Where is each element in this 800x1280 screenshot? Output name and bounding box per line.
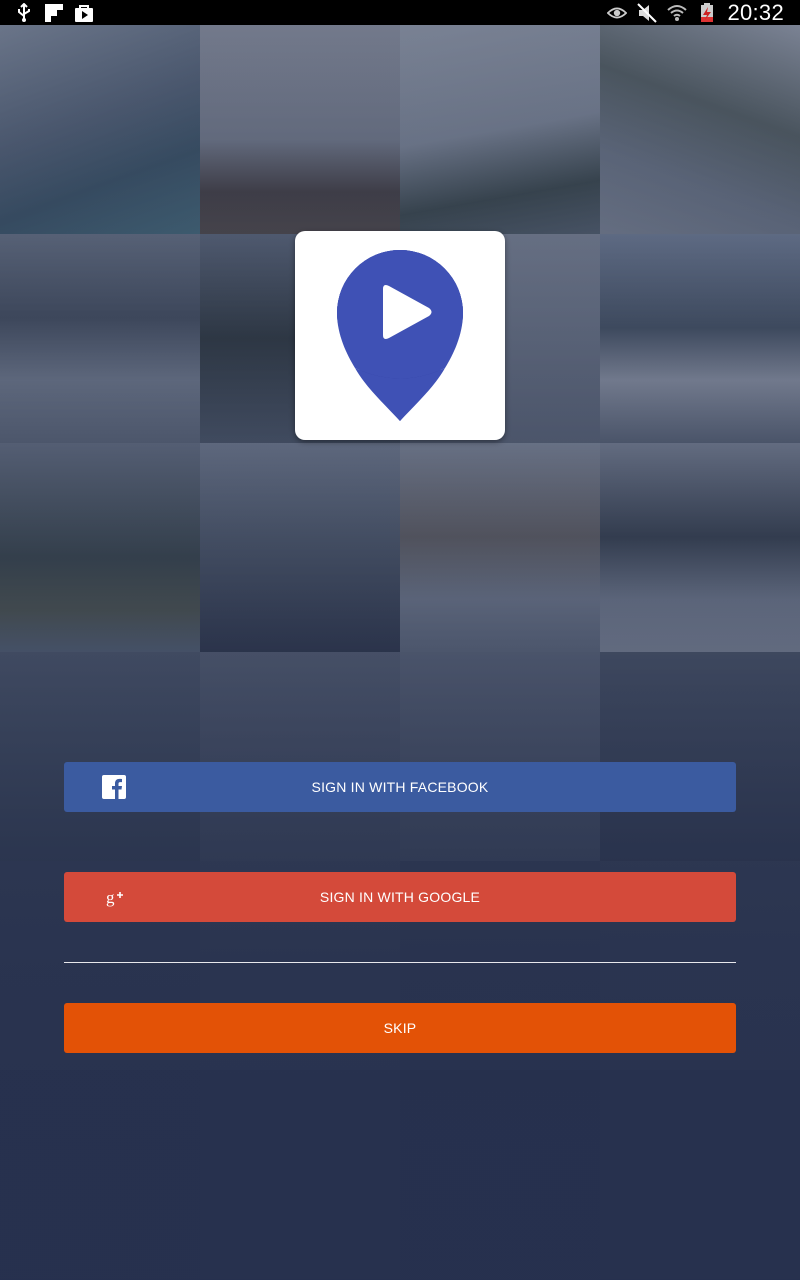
status-bar: 20:32 xyxy=(0,0,800,25)
google-signin-button[interactable]: g SIGN IN WITH GOOGLE xyxy=(64,872,736,922)
location-pin-play-icon xyxy=(337,250,463,421)
skip-button[interactable]: SKIP xyxy=(64,1003,736,1053)
eye-icon xyxy=(607,3,628,23)
usb-icon xyxy=(14,2,34,23)
background-dim-overlay xyxy=(0,25,800,1280)
google-plus-icon: g xyxy=(102,885,126,909)
google-signin-label: SIGN IN WITH GOOGLE xyxy=(319,889,481,905)
svg-text:g: g xyxy=(106,888,115,907)
flipboard-icon xyxy=(44,3,64,23)
battery-charging-icon xyxy=(697,2,717,23)
status-bar-right: 20:32 xyxy=(607,0,784,25)
facebook-icon xyxy=(102,775,126,799)
app-logo xyxy=(295,231,505,440)
facebook-signin-button[interactable]: SIGN IN WITH FACEBOOK xyxy=(64,762,736,812)
skip-label: SKIP xyxy=(383,1020,417,1036)
wifi-icon xyxy=(667,3,688,23)
facebook-signin-label: SIGN IN WITH FACEBOOK xyxy=(311,779,489,795)
divider xyxy=(64,962,736,963)
status-time: 20:32 xyxy=(727,0,784,25)
muted-icon xyxy=(637,2,658,23)
store-bag-icon xyxy=(74,3,94,23)
status-bar-left xyxy=(14,2,94,23)
